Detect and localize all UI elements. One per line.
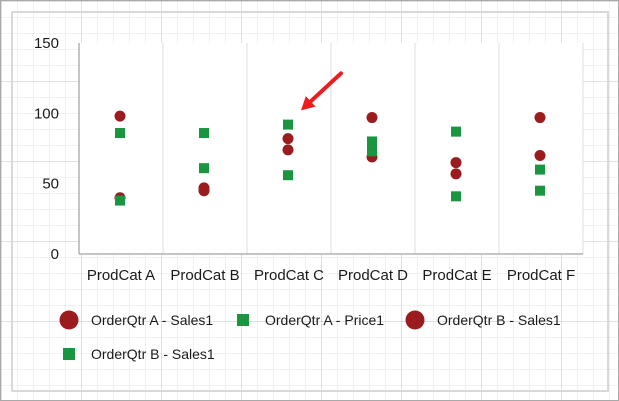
x-tick-label: ProdCat A: [87, 267, 155, 284]
data-point-square: [535, 164, 545, 175]
legend: OrderQtr A - Sales1 OrderQtr A - Price1 Or…: [59, 310, 561, 362]
data-point-square: [199, 128, 209, 139]
data-point-circle: [450, 168, 462, 180]
data-point-circle: [282, 144, 294, 156]
legend-marker-square: [237, 314, 249, 326]
data-point-square: [199, 163, 209, 174]
legend-label: OrderQtr B - Sales1: [437, 312, 561, 328]
data-point-square: [115, 195, 125, 206]
x-tick-label: ProdCat B: [170, 267, 239, 284]
data-point-square: [535, 185, 545, 196]
x-tick-label: ProdCat E: [422, 267, 491, 284]
legend-marker-circle: [59, 310, 79, 330]
legend-marker-circle: [405, 310, 425, 330]
data-point-circle: [534, 150, 546, 162]
data-point-square: [451, 191, 461, 202]
data-point-square: [283, 119, 293, 130]
data-point-circle: [534, 112, 546, 124]
data-point-circle: [114, 110, 126, 122]
legend-label: OrderQtr A - Price1: [265, 312, 384, 328]
data-point-square: [451, 126, 461, 137]
y-axis-ticks: 0 50 100 150: [34, 35, 59, 263]
y-tick-label: 100: [34, 105, 59, 122]
data-point-circle: [198, 185, 210, 197]
data-point-circle: [282, 133, 294, 145]
x-axis-ticks: ProdCat A ProdCat B ProdCat C ProdCat D Prod…: [87, 267, 575, 284]
y-tick-label: 150: [34, 35, 59, 52]
x-tick-label: ProdCat D: [338, 267, 408, 284]
legend-marker-square: [63, 348, 75, 360]
data-point-square: [367, 136, 377, 147]
x-tick-label: ProdCat F: [507, 267, 575, 284]
data-point-square: [283, 170, 293, 181]
data-point-circle: [366, 112, 378, 124]
legend-label: OrderQtr B - Sales1: [91, 346, 215, 362]
data-point-square: [367, 146, 377, 157]
data-point-circle: [450, 157, 462, 169]
data-point-square: [115, 128, 125, 139]
legend-label: OrderQtr A - Sales1: [91, 312, 213, 328]
chart-frame: 0 50 100 150 ProdCat A ProdCat B ProdCat C Pro…: [0, 0, 619, 401]
y-tick-label: 50: [42, 176, 59, 193]
x-tick-label: ProdCat C: [254, 267, 324, 284]
y-tick-label: 0: [51, 246, 59, 263]
scatter-chart: 050100150 ProdCat A ProdCat B ProdCat C Pro…: [34, 35, 584, 362]
